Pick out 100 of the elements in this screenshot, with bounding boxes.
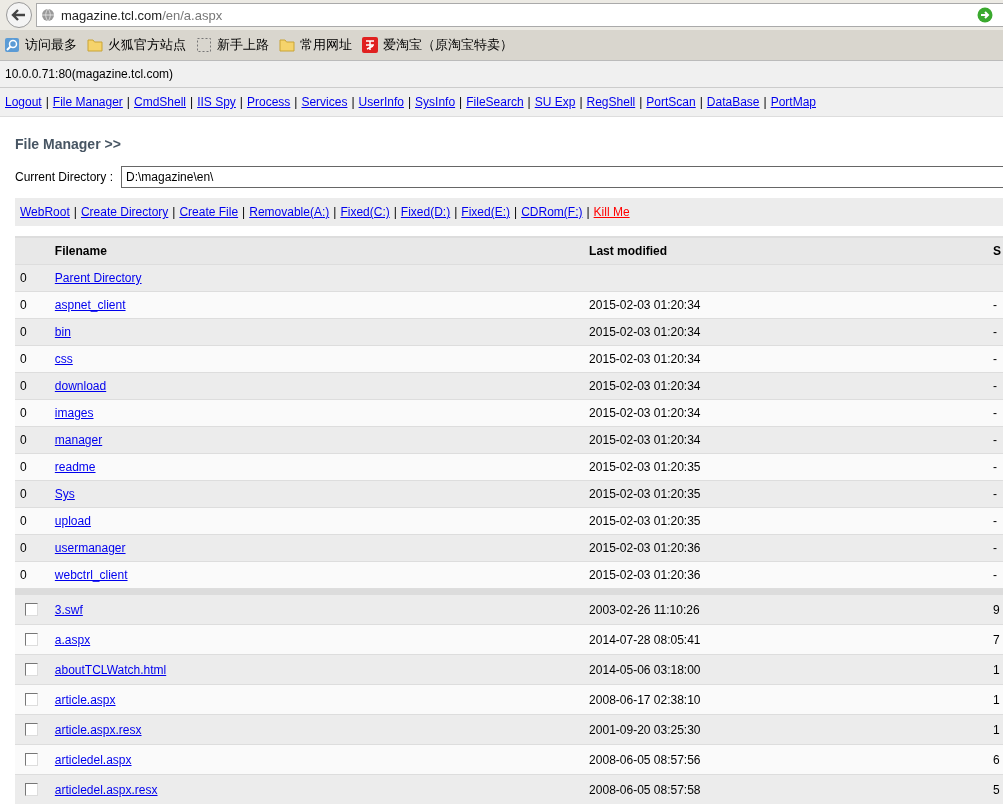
file-link[interactable]: article.aspx.resx	[54, 722, 142, 737]
bookmark-item[interactable]: 常用网址	[279, 36, 352, 54]
table-cell: 2003-02-26 11:10:26	[589, 602, 700, 617]
table-cell: 1	[993, 722, 1000, 737]
bookmark-item[interactable]: 访问最多	[4, 36, 77, 54]
nav-link[interactable]: PortMap	[770, 95, 816, 109]
nav-link[interactable]: RegShell	[586, 95, 636, 109]
nav-link[interactable]: File Manager	[52, 95, 123, 109]
checkbox[interactable]	[25, 633, 38, 646]
link-separator: |	[459, 95, 463, 109]
table-cell: 1	[993, 692, 1000, 707]
nav-link[interactable]: Process	[246, 95, 291, 109]
nav-link[interactable]: PortScan	[646, 95, 696, 109]
link-separator: |	[454, 205, 458, 219]
column-header: Filename	[54, 244, 108, 258]
nav-link[interactable]: UserInfo	[358, 95, 404, 109]
bookmark-item[interactable]: 爱淘宝（原淘宝特卖）	[362, 36, 513, 54]
table-cell: 2014-05-06 03:18:00	[589, 662, 701, 677]
folder-link[interactable]: usermanager	[54, 541, 126, 555]
link-separator: |	[407, 95, 412, 109]
column-header: S	[993, 244, 1003, 258]
action-link[interactable]: WebRoot	[20, 205, 70, 219]
table-cell: 2015-02-03 01:20:36	[589, 568, 701, 582]
table-cell: 9	[993, 602, 1000, 617]
link-separator: |	[351, 95, 355, 109]
folder-link[interactable]: manager	[54, 433, 103, 447]
table-cell: 2008-06-17 02:38:10	[589, 692, 701, 707]
file-link[interactable]: 3.swf	[54, 602, 83, 617]
table-cell: -	[993, 325, 998, 339]
action-link[interactable]: Fixed(E:)	[461, 205, 510, 219]
bookmark-item[interactable]: 新手上路	[196, 36, 269, 54]
action-link[interactable]: Create File	[179, 205, 239, 219]
checkbox[interactable]	[25, 603, 38, 616]
directory-field[interactable]: D:\magazine\en\	[121, 166, 1003, 188]
link-separator: |	[73, 205, 77, 219]
table-cell: 5	[993, 782, 1000, 797]
link-separator: |	[190, 95, 194, 109]
table-cell: -	[993, 433, 998, 447]
folder-icon	[279, 38, 295, 52]
checkbox[interactable]	[25, 663, 38, 676]
folder-link[interactable]: download	[54, 379, 107, 393]
action-link[interactable]: Removable(A:)	[249, 205, 330, 219]
table-cell: 2001-09-20 03:25:30	[589, 722, 701, 737]
table-cell: 2015-02-03 01:20:36	[589, 541, 701, 555]
table-cell: 0	[20, 541, 27, 555]
nav-link[interactable]: FileSearch	[466, 95, 524, 109]
nav-link[interactable]: Services	[301, 95, 348, 109]
action-link[interactable]: Fixed(C:)	[340, 205, 390, 219]
table-cell: -	[993, 541, 998, 555]
table-cell: -	[993, 352, 998, 366]
folder-link[interactable]: readme	[54, 460, 96, 474]
checkbox[interactable]	[25, 693, 38, 706]
folder-link[interactable]: css	[54, 352, 73, 366]
table-cell: 0	[20, 271, 27, 285]
checkbox[interactable]	[25, 753, 38, 766]
table-cell: 1	[993, 662, 1000, 677]
back-button[interactable]	[6, 2, 32, 28]
file-link[interactable]: articledel.aspx	[54, 752, 132, 767]
address-field[interactable]: magazine.tcl.com/en/a.aspx	[36, 3, 1003, 27]
link-separator: |	[294, 95, 298, 109]
nav-link[interactable]: SysInfo	[415, 95, 456, 109]
folder-link[interactable]: webctrl_client	[54, 568, 128, 582]
table-cell: 0	[20, 298, 27, 312]
nav-link[interactable]: Logout	[5, 95, 42, 109]
table-cell: -	[993, 379, 998, 393]
file-link[interactable]: aboutTCLWatch.html	[54, 662, 167, 677]
nav-link[interactable]: SU Exp	[534, 95, 576, 109]
link-separator: |	[699, 95, 703, 109]
action-link[interactable]: CDRom(F:)	[521, 205, 583, 219]
link-separator: |	[527, 95, 531, 109]
file-link[interactable]: a.aspx	[54, 632, 91, 647]
action-link[interactable]: Create Directory	[80, 205, 169, 219]
folder-link[interactable]: images	[54, 406, 94, 420]
folder-link[interactable]: Parent Directory	[54, 271, 142, 285]
file-link[interactable]: articledel.aspx.resx	[54, 782, 158, 797]
table-cell: 0	[20, 568, 27, 582]
folder-link[interactable]: Sys	[54, 487, 75, 501]
link-separator: |	[763, 95, 767, 109]
nav-link[interactable]: DataBase	[706, 95, 760, 109]
column-header: Last modified	[589, 244, 669, 258]
link-separator: |	[242, 205, 246, 219]
checkbox[interactable]	[25, 783, 38, 796]
folder-link[interactable]: aspnet_client	[54, 298, 126, 312]
table-cell: -	[993, 487, 998, 501]
folder-link[interactable]: bin	[54, 325, 71, 339]
bookmark-item[interactable]: 火狐官方站点	[87, 36, 186, 54]
action-link[interactable]: Fixed(D:)	[400, 205, 451, 219]
folder-link[interactable]: upload	[54, 514, 91, 528]
blank-page-icon	[196, 37, 212, 53]
nav-link[interactable]: CmdShell	[134, 95, 186, 109]
checkbox[interactable]	[25, 723, 38, 736]
table-cell: 7	[993, 632, 1000, 647]
table-cell: 2015-02-03 01:20:34	[589, 325, 701, 339]
link-separator: |	[239, 95, 243, 109]
magnifier-icon	[4, 37, 20, 53]
nav-link[interactable]: IIS Spy	[197, 95, 236, 109]
shop-logo-icon	[362, 37, 378, 53]
file-link[interactable]: article.aspx	[54, 692, 116, 707]
link-separator: |	[514, 205, 518, 219]
table-cell: 2015-02-03 01:20:34	[589, 433, 701, 447]
